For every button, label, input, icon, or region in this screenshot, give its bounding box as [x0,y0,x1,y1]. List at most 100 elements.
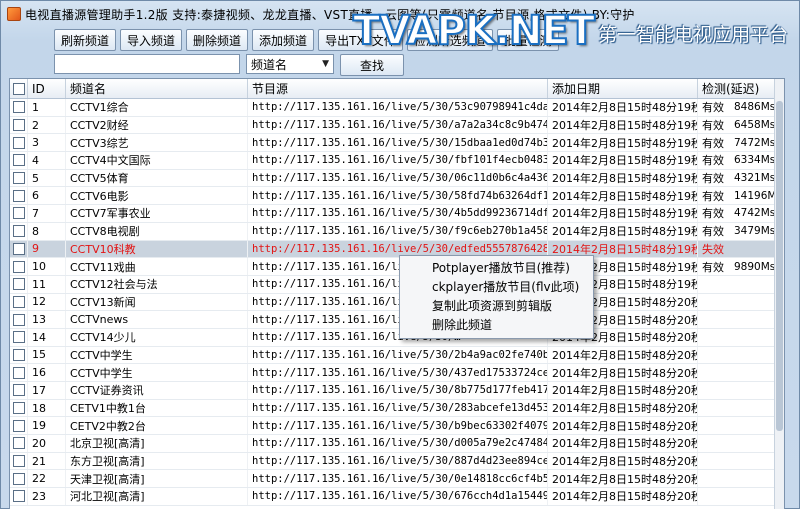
row-checkbox-cell[interactable] [10,399,28,417]
row-checkbox-cell[interactable] [10,364,28,381]
cell-date: 2014年2月8日15时48分20秒 [548,399,698,417]
checkbox-icon[interactable] [12,260,25,273]
check-status: 失效 [702,242,724,256]
table-row[interactable]: 1 CCTV1综合 http://117.135.161.16/live/5/30/… [10,99,784,117]
table-row[interactable]: 8 CCTV8电视剧 http://117.135.161.16/live/5/30… [10,222,784,241]
table-row[interactable]: 15 CCTV中学生 http://117.135.161.16/live/5/30… [10,346,784,365]
table-row[interactable]: 16 CCTV中学生 http://117.135.161.16/live/5/30… [10,364,784,382]
toolbar-button[interactable]: 添加频道 [252,29,315,51]
table-row[interactable]: 12 CCTV13新闻 http://117.135.161.16/live/5/3… [10,293,784,312]
context-menu-item[interactable]: ckplayer播放节目(flv此项) [400,277,593,296]
checkbox-icon[interactable] [12,384,25,397]
column-header-source[interactable]: 节目源 [248,79,548,98]
checkbox-icon[interactable] [12,172,25,185]
checkbox-icon[interactable] [12,119,25,132]
table-row[interactable]: 23 河北卫视[高清] http://117.135.161.16/live/5/3… [10,488,784,506]
cell-id: 4 [28,152,66,169]
checkbox-icon[interactable] [12,455,25,468]
table-row[interactable]: 20 北京卫视[高清] http://117.135.161.16/live/5/3… [10,435,784,453]
checkbox-icon[interactable] [12,348,25,361]
table-row[interactable]: 5 CCTV5体育 http://117.135.161.16/live/5/30/… [10,169,784,188]
row-checkbox-cell[interactable] [10,116,28,134]
checkbox-icon[interactable] [12,366,25,379]
checkbox-icon[interactable] [12,472,25,485]
toolbar-button[interactable]: 删除频道 [186,29,249,51]
checkbox-icon[interactable] [12,437,25,450]
checkbox-icon[interactable] [12,207,25,220]
row-checkbox-cell[interactable] [10,205,28,222]
row-checkbox-cell[interactable] [10,328,28,346]
table-row[interactable]: 22 天津卫视[高清] http://117.135.161.16/live/5/3… [10,470,784,489]
column-header-name[interactable]: 频道名 [66,79,248,98]
table-row[interactable]: 18 CETV1中教1台 http://117.135.161.16/live/5/… [10,399,784,418]
row-checkbox-cell[interactable] [10,152,28,169]
checkbox-icon[interactable] [12,242,25,255]
row-checkbox-cell[interactable] [10,470,28,488]
toolbar-button[interactable]: 批量检测 [496,29,559,51]
row-checkbox-cell[interactable] [10,346,28,364]
row-checkbox-cell[interactable] [10,222,28,240]
cell-date: 2014年2月8日15时48分19秒 [548,152,698,169]
table-row[interactable]: 14 CCTV14少儿 http://117.135.161.16/live/5/3… [10,328,784,347]
row-checkbox-cell[interactable] [10,187,28,205]
checkbox-icon[interactable] [12,136,25,149]
check-latency: 6458Ms [734,119,776,132]
row-checkbox-cell[interactable] [10,382,28,399]
column-header-check[interactable]: 检测(延迟) [698,79,784,98]
checkbox-icon[interactable] [12,331,25,344]
checkbox-icon[interactable] [12,225,25,238]
find-button[interactable]: 查找 [340,54,404,76]
cell-date: 2014年2月8日15时48分19秒 [548,99,698,116]
row-checkbox-cell[interactable] [10,275,28,293]
table-row[interactable]: 9 CCTV10科教 http://117.135.161.16/live/5/30… [10,240,784,259]
toolbar-button[interactable]: 刷新频道 [54,29,117,51]
table-row[interactable]: 3 CCTV3综艺 http://117.135.161.16/live/5/30/… [10,134,784,153]
toolbar-button[interactable]: 导出TXT文件 [318,29,403,51]
header-select-all[interactable] [10,79,28,98]
row-checkbox-cell[interactable] [10,258,28,275]
checkbox-icon[interactable] [12,402,25,415]
row-checkbox-cell[interactable] [10,435,28,452]
toolbar-button[interactable]: 导入频道 [120,29,183,51]
table-row[interactable]: 19 CETV2中教2台 http://117.135.161.16/live/5/… [10,417,784,436]
search-field-select[interactable]: 频道名 ▼ [246,54,334,74]
scroll-thumb[interactable] [776,101,783,431]
table-row[interactable]: 11 CCTV12社会与法 http://117.135.161.16/live/5… [10,275,784,294]
table-row[interactable]: 10 CCTV11戏曲 http://117.135.161.16/live/5/3… [10,258,784,276]
context-menu-item[interactable]: 删除此频道 [400,315,593,334]
table-row[interactable]: 6 CCTV6电影 http://117.135.161.16/live/5/30/… [10,187,784,206]
checkbox-icon[interactable] [12,313,25,326]
toolbar-button[interactable]: 检测所选频道 [406,29,493,51]
row-checkbox-cell[interactable] [10,293,28,311]
table-row[interactable]: 4 CCTV4中文国际 http://117.135.161.16/live/5/3… [10,152,784,170]
row-checkbox-cell[interactable] [10,417,28,435]
context-menu-item[interactable]: 复制此项资源到剪辑版 [400,296,593,315]
checkbox-icon[interactable] [12,295,25,308]
table-row[interactable]: 21 东方卫视[高清] http://117.135.161.16/live/5/3… [10,452,784,471]
checkbox-icon[interactable] [12,189,25,202]
row-checkbox-cell[interactable] [10,311,28,328]
table-row[interactable]: 2 CCTV2财经 http://117.135.161.16/live/5/30/… [10,116,784,135]
checkbox-icon[interactable] [12,154,25,167]
table-row[interactable]: 13 CCTVnews http://117.135.161.16/live/5/3… [10,311,784,329]
row-checkbox-cell[interactable] [10,99,28,116]
checkbox-icon[interactable] [12,278,25,291]
row-checkbox-cell[interactable] [10,169,28,187]
table-row[interactable]: 17 CCTV证券资讯 http://117.135.161.16/live/5/3… [10,382,784,400]
title-bar[interactable]: 电视直播源管理助手1.2版 支持:泰捷视频、龙龙直播、VST直播、云图等(只需频… [1,1,799,27]
row-checkbox-cell[interactable] [10,488,28,505]
checkbox-icon[interactable] [12,490,25,503]
table-row[interactable]: 7 CCTV7军事农业 http://117.135.161.16/live/5/3… [10,205,784,223]
row-checkbox-cell[interactable] [10,452,28,470]
row-checkbox-cell[interactable] [10,240,28,258]
column-header-date[interactable]: 添加日期 [548,79,698,98]
checkbox-icon[interactable] [12,419,25,432]
row-checkbox-cell[interactable] [10,134,28,152]
context-menu-item[interactable]: Potplayer播放节目(推荐) [400,258,593,277]
checkbox-icon[interactable] [12,101,25,114]
column-header-id[interactable]: ID [28,79,66,98]
cell-source: http://117.135.161.16/live/5/30/283abcef… [248,399,548,417]
vertical-scrollbar[interactable] [774,79,784,509]
checkbox-icon[interactable] [12,82,25,95]
search-input[interactable] [54,54,240,74]
